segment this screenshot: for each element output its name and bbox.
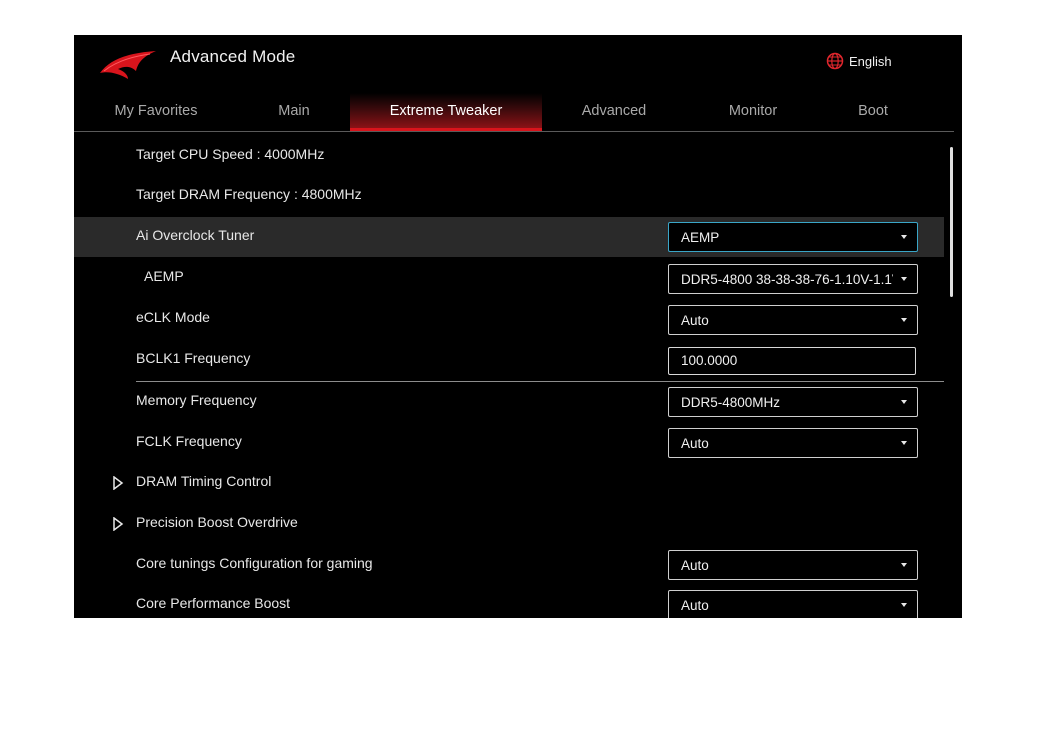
memory-frequency-value: DDR5-4800MHz [681, 395, 781, 410]
tab-bar: My Favorites Main Extreme Tweaker Advanc… [74, 93, 954, 131]
core-performance-boost-value: Auto [681, 598, 709, 613]
eclk-mode-select[interactable]: Auto [668, 305, 918, 335]
tab-extreme-tweaker[interactable]: Extreme Tweaker [350, 93, 542, 131]
language-selector[interactable]: English [826, 52, 892, 70]
tab-monitor[interactable]: Monitor [690, 93, 816, 131]
submenu-precision-boost-overdrive[interactable]: Precision Boost Overdrive [74, 504, 944, 544]
tab-my-favorites[interactable]: My Favorites [76, 93, 236, 131]
setting-row: AEMP DDR5-4800 38-38-38-76-1.10V-1.1V [74, 258, 944, 298]
setting-row: Target CPU Speed : 4000MHz [74, 136, 944, 176]
aemp-label: AEMP [144, 268, 184, 284]
core-tunings-select[interactable]: Auto [668, 550, 918, 580]
chevron-down-icon [901, 441, 907, 445]
bclk1-frequency-label: BCLK1 Frequency [136, 350, 251, 366]
chevron-down-icon [901, 277, 907, 281]
aemp-select[interactable]: DDR5-4800 38-38-38-76-1.10V-1.1V [668, 264, 918, 294]
bios-window: Advanced Mode English My Favorites Main … [74, 35, 962, 618]
chevron-down-icon [901, 318, 907, 322]
fclk-frequency-value: Auto [681, 436, 709, 451]
setting-row: Core tunings Configuration for gaming Au… [74, 545, 944, 585]
core-performance-boost-select[interactable]: Auto [668, 590, 918, 618]
expand-arrow-icon [113, 517, 124, 531]
ai-overclock-tuner-value: AEMP [681, 230, 720, 245]
bclk1-frequency-input[interactable]: 100.0000 [668, 347, 916, 375]
page-title: Advanced Mode [170, 47, 296, 66]
setting-row: Core Performance Boost Auto [74, 585, 944, 618]
setting-row-selected[interactable]: Ai Overclock Tuner AEMP [74, 217, 944, 257]
memory-frequency-label: Memory Frequency [136, 392, 257, 408]
rog-logo-icon [100, 51, 156, 79]
setting-row: FCLK Frequency Auto [74, 423, 944, 463]
memory-frequency-select[interactable]: DDR5-4800MHz [668, 387, 918, 417]
fclk-frequency-select[interactable]: Auto [668, 428, 918, 458]
setting-row: eCLK Mode Auto [74, 299, 944, 339]
setting-row: Memory Frequency DDR5-4800MHz [74, 382, 944, 422]
eclk-mode-label: eCLK Mode [136, 309, 210, 325]
ai-overclock-tuner-select[interactable]: AEMP [668, 222, 918, 252]
language-label: English [849, 53, 892, 69]
target-dram-frequency-label: Target DRAM Frequency : 4800MHz [136, 186, 362, 202]
submenu-dram-timing-control[interactable]: DRAM Timing Control [74, 463, 944, 503]
dram-timing-control-label: DRAM Timing Control [136, 473, 272, 489]
setting-row: BCLK1 Frequency 100.0000 [74, 340, 944, 380]
precision-boost-overdrive-label: Precision Boost Overdrive [136, 514, 298, 530]
tab-boot[interactable]: Boot [820, 93, 926, 131]
tab-divider [74, 131, 954, 132]
fclk-frequency-label: FCLK Frequency [136, 433, 242, 449]
globe-icon [826, 52, 844, 70]
scrollbar-thumb[interactable] [950, 147, 953, 297]
target-cpu-speed-label: Target CPU Speed : 4000MHz [136, 146, 325, 162]
aemp-value: DDR5-4800 38-38-38-76-1.10V-1.1V [681, 272, 893, 287]
setting-row: Target DRAM Frequency : 4800MHz [74, 176, 944, 216]
core-tunings-value: Auto [681, 558, 709, 573]
core-performance-boost-label: Core Performance Boost [136, 595, 291, 611]
ai-overclock-tuner-label: Ai Overclock Tuner [136, 227, 255, 243]
chevron-down-icon [901, 563, 907, 567]
expand-arrow-icon [113, 476, 124, 490]
chevron-down-icon [901, 603, 907, 607]
eclk-mode-value: Auto [681, 313, 709, 328]
core-tunings-label: Core tunings Configuration for gaming [136, 555, 373, 571]
tab-advanced[interactable]: Advanced [546, 93, 682, 131]
chevron-down-icon [901, 400, 907, 404]
tab-main[interactable]: Main [234, 93, 354, 131]
chevron-down-icon [901, 235, 907, 239]
